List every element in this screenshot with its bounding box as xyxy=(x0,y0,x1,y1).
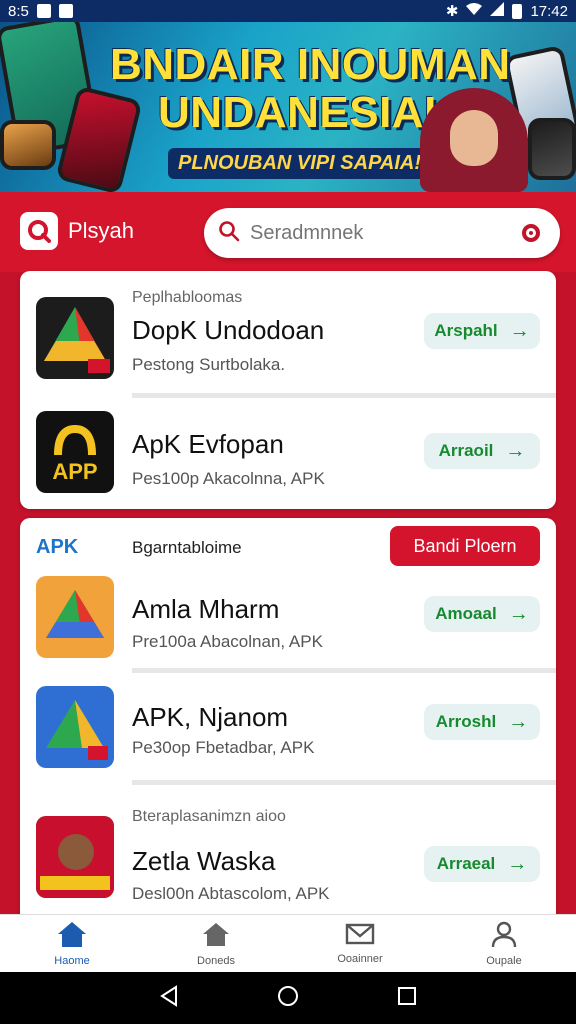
nav-downloads[interactable]: Doneds xyxy=(144,915,288,972)
app-meta: Pes100p Akacolnna, APK xyxy=(132,469,325,488)
bottom-navigation: Haome Doneds Ooainner Oupale xyxy=(0,914,576,972)
arrow-right-icon: → xyxy=(508,710,529,733)
nav-messages[interactable]: Ooainner xyxy=(288,915,432,972)
arrow-right-icon: → xyxy=(505,439,526,462)
app-name[interactable]: Zetla Waska xyxy=(132,846,276,877)
banner-title-line1: BNDAIR INOUMAN xyxy=(110,40,511,89)
section-header: APK Bgarntabloime Bandi Ploern xyxy=(20,518,556,570)
download-button-label: Arroshl xyxy=(435,712,497,731)
recents-icon[interactable] xyxy=(397,986,417,1011)
item-category: Peplhabloomas xyxy=(132,289,243,306)
svg-text:APP: APP xyxy=(52,459,97,484)
list-item[interactable]: Bteraplasanimzn aioo Zetla Waska Desl00n… xyxy=(20,798,556,928)
search-bar[interactable] xyxy=(204,208,560,258)
app-meta: Pre100a Abacolnan, APK xyxy=(132,632,323,651)
app-meta: Pe30op Fbetadbar, APK xyxy=(132,738,315,757)
app-icon: APP xyxy=(36,411,114,493)
app-name[interactable]: DopK Undodoan xyxy=(132,315,324,346)
app-icon xyxy=(36,297,114,379)
status-time-left: 8:5 xyxy=(8,2,29,20)
phone-illustration xyxy=(0,120,56,170)
app-name[interactable]: Amla Mharm xyxy=(132,594,279,625)
download-button-label: Arraoil xyxy=(438,441,494,460)
promo-banner[interactable]: BNDAIR INOUMAN UNDANESIAI PLNOUBAN VIPI … xyxy=(0,0,576,192)
list-item[interactable]: Peplhabloomas DopK Undodoan Pestong Surt… xyxy=(20,285,556,395)
app-icon xyxy=(36,576,114,658)
download-button[interactable]: Arspahl → xyxy=(424,313,540,349)
download-button-label: Amoaal xyxy=(435,604,497,623)
featured-apps-card: Peplhabloomas DopK Undodoan Pestong Surt… xyxy=(20,271,556,509)
voice-search-icon[interactable] xyxy=(516,218,546,248)
section-label: APK xyxy=(36,536,79,558)
divider xyxy=(132,393,556,398)
battery-icon xyxy=(512,3,523,19)
item-category: Bteraplasanimzn aioo xyxy=(132,808,286,825)
app-meta: Pestong Surtbolaka. xyxy=(132,355,286,374)
divider xyxy=(132,780,556,785)
section-action-button[interactable]: Bandi Ploern xyxy=(390,526,540,566)
brand[interactable]: Plsyah xyxy=(20,212,134,250)
notification-icon xyxy=(36,4,51,18)
download-button[interactable]: Arroshl → xyxy=(424,704,540,740)
brand-name: Plsyah xyxy=(68,218,135,243)
apk-section-card: APK Bgarntabloime Bandi Ploern Amla Mhar… xyxy=(20,518,556,948)
banner-person-image xyxy=(420,88,528,192)
face-shape xyxy=(450,110,498,166)
app-meta: Desl00n Abtascolom, APK xyxy=(132,884,330,903)
list-item[interactable]: APP ApK Evfopan Pes100p Akacolnna, APK A… xyxy=(20,403,556,503)
list-item[interactable]: APK, Njanom Pe30op Fbetadbar, APK Arrosh… xyxy=(20,678,556,778)
download-button[interactable]: Arraeal → xyxy=(424,846,540,882)
nav-label: Haome xyxy=(54,955,90,967)
phone-illustration xyxy=(528,118,576,180)
download-button-label: Arraeal xyxy=(436,854,496,873)
house-icon xyxy=(201,920,231,951)
arrow-right-icon: → xyxy=(509,319,530,342)
bluetooth-icon: ✱ xyxy=(445,3,459,20)
arrow-right-icon: → xyxy=(507,852,528,875)
mail-icon xyxy=(345,922,375,949)
arrow-right-icon: → xyxy=(508,602,529,625)
nav-home[interactable]: Haome xyxy=(0,915,144,972)
notification-icon xyxy=(58,4,73,18)
nav-label: Ooainner xyxy=(337,953,383,965)
wifi-icon xyxy=(466,2,483,20)
app-name[interactable]: APK, Njanom xyxy=(132,702,288,733)
download-button[interactable]: Amoaal → xyxy=(424,596,540,632)
app-name[interactable]: ApK Evfopan xyxy=(132,429,284,460)
download-button-label: Arspahl xyxy=(434,321,498,340)
system-navigation-bar xyxy=(0,972,576,1024)
user-icon xyxy=(490,920,518,951)
section-title: Bgarntabloime xyxy=(132,538,242,557)
app-logo-icon xyxy=(20,212,58,250)
home-circle-icon[interactable] xyxy=(277,985,299,1012)
banner-tagline: PLNOUBAN VIPI SAPAIA! xyxy=(168,148,431,179)
status-time-right: 17:42 xyxy=(530,2,568,20)
nav-profile[interactable]: Oupale xyxy=(432,915,576,972)
nav-label: Doneds xyxy=(197,955,235,967)
top-bar: Plsyah xyxy=(0,192,576,272)
list-item[interactable]: Amla Mharm Pre100a Abacolnan, APK Amoaal… xyxy=(20,572,556,668)
app-icon xyxy=(36,816,114,898)
search-input[interactable] xyxy=(250,221,516,245)
banner-title-line2: UNDANESIAI xyxy=(158,88,437,137)
back-icon[interactable] xyxy=(159,984,179,1012)
app-icon xyxy=(36,686,114,768)
signal-icon xyxy=(490,2,505,20)
home-icon xyxy=(56,920,88,951)
search-icon xyxy=(218,220,240,247)
divider xyxy=(132,668,556,673)
status-bar: 8:5 ✱ 17:42 xyxy=(0,0,576,22)
download-button[interactable]: Arraoil → xyxy=(424,433,540,469)
nav-label: Oupale xyxy=(486,955,522,967)
